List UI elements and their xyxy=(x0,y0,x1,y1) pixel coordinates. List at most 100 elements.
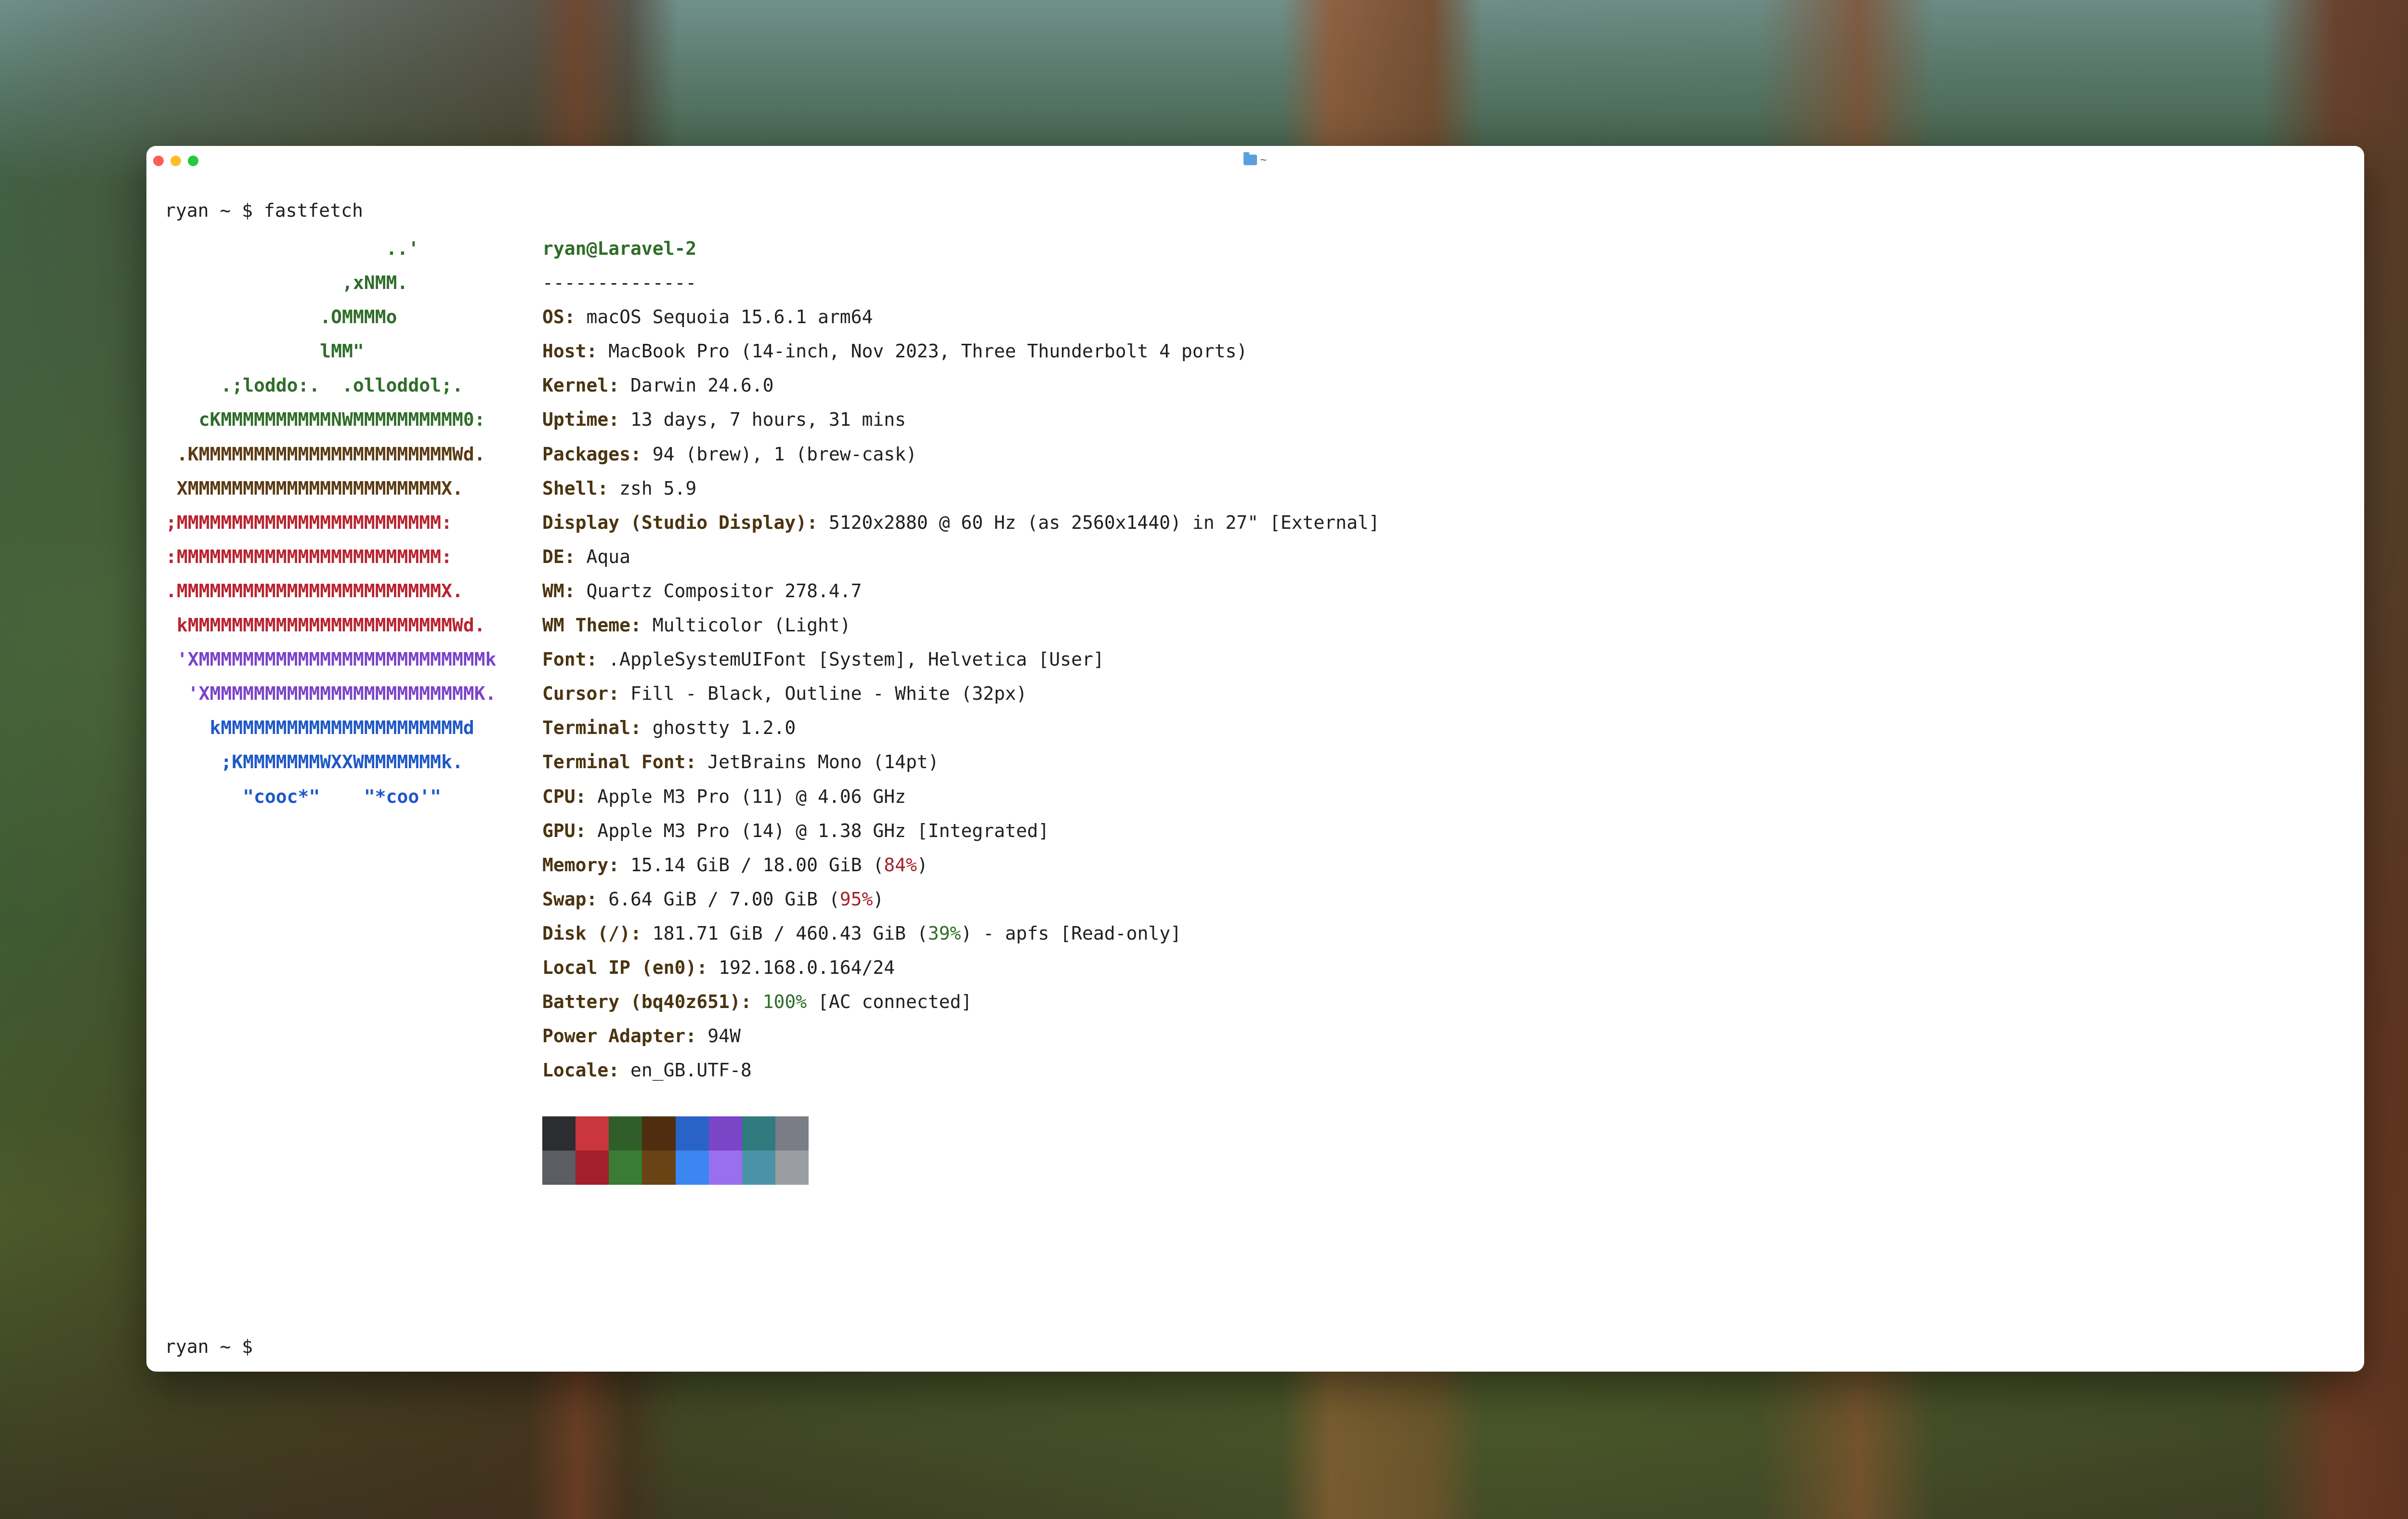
info-colon: : xyxy=(630,443,653,465)
terminal-content[interactable]: ryan ~ $ fastfetch ..' ,xNMM. .OMMMMo lM… xyxy=(146,146,2364,1372)
info-key: Battery (bq40z651) xyxy=(542,991,741,1013)
logo-line: ,xNMM. xyxy=(166,272,408,294)
logo-line: .KMMMMMMMMMMMMMMMMMMMMMMMWd. xyxy=(166,443,485,465)
info-value: ) - apfs [Read-only] xyxy=(961,922,1181,944)
info-key: Locale xyxy=(542,1060,609,1081)
logo-line: 'XMMMMMMMMMMMMMMMMMMMMMMMMMMk xyxy=(166,649,497,670)
info-value: Aqua xyxy=(586,546,631,567)
info-key: Local IP (en0) xyxy=(542,956,697,978)
info-value: Darwin 24.6.0 xyxy=(630,375,774,396)
userhost: ryan@Laravel-2 xyxy=(542,238,697,259)
color-swatch xyxy=(708,1116,742,1151)
info-value: Fill - Black, Outline - White (32px) xyxy=(630,683,1027,705)
info-value: Apple M3 Pro (11) @ 4.06 GHz xyxy=(597,786,906,807)
info-row: CPU: Apple M3 Pro (11) @ 4.06 GHz xyxy=(542,780,1380,814)
info-value: 13 days, 7 hours, 31 mins xyxy=(630,409,906,431)
info-value: MacBook Pro (14-inch, Nov 2023, Three Th… xyxy=(608,340,1248,362)
color-palette xyxy=(542,1116,809,1185)
info-colon: : xyxy=(630,922,653,944)
info-colon: : xyxy=(586,888,609,910)
info-value: macOS Sequoia 15.6.1 arm64 xyxy=(586,306,873,328)
info-value: Apple M3 Pro (14) @ 1.38 GHz [Integrated… xyxy=(597,820,1049,841)
color-swatch xyxy=(542,1116,576,1151)
info-colon: : xyxy=(608,409,631,431)
info-row: Packages: 94 (brew), 1 (brew-cask) xyxy=(542,437,1380,471)
info-value: 5120x2880 @ 60 Hz (as 2560x1440) in 27" … xyxy=(828,511,1380,533)
color-swatch xyxy=(609,1151,642,1185)
color-swatch xyxy=(576,1151,609,1185)
color-swatch xyxy=(775,1151,809,1185)
logo-line: ;MMMMMMMMMMMMMMMMMMMMMMMM: xyxy=(166,511,452,533)
separator: -------------- xyxy=(542,272,697,294)
info-colon: : xyxy=(696,956,719,978)
prompt: ryan ~ $ xyxy=(165,1336,253,1357)
info-value: Multicolor (Light) xyxy=(652,615,851,636)
logo-line: kMMMMMMMMMMMMMMMMMMMMMMMMWd. xyxy=(166,615,485,636)
info-row: Cursor: Fill - Black, Outline - White (3… xyxy=(542,677,1380,711)
info-value: Quartz Compositor 278.4.7 xyxy=(586,580,862,602)
command-line: ryan ~ $ fastfetch xyxy=(165,197,363,223)
info-row: Host: MacBook Pro (14-inch, Nov 2023, Th… xyxy=(542,334,1380,368)
info-row: Kernel: Darwin 24.6.0 xyxy=(542,368,1380,403)
logo-line: ;KMMMMMMMWXXWMMMMMMMk. xyxy=(166,751,463,773)
logo-line: .;loddo:. .olloddol;. xyxy=(166,375,463,396)
command-text: fastfetch xyxy=(263,200,363,221)
info-value: JetBrains Mono (14pt) xyxy=(707,751,939,773)
info-colon: : xyxy=(597,477,620,499)
color-swatch xyxy=(742,1151,775,1185)
info-row: Terminal: ghostty 1.2.0 xyxy=(542,711,1380,745)
info-key: Memory xyxy=(542,854,609,876)
info-row: Memory: 15.14 GiB / 18.00 GiB (84%) xyxy=(542,848,1380,882)
info-key: Packages xyxy=(542,443,631,465)
logo-line: lMM" xyxy=(166,340,364,362)
info-value: ghostty 1.2.0 xyxy=(652,717,796,739)
info-colon: : xyxy=(807,511,829,533)
color-swatch xyxy=(675,1151,709,1185)
info-colon: : xyxy=(630,615,653,636)
logo-line: cKMMMMMMMMMMNWMMMMMMMMMM0: xyxy=(166,409,485,431)
info-value: .AppleSystemUIFont [System], Helvetica [… xyxy=(608,649,1104,670)
info-value: 181.71 GiB / 460.43 GiB ( xyxy=(652,922,928,944)
info-colon: : xyxy=(586,340,609,362)
info-value: 94 (brew), 1 (brew-cask) xyxy=(652,443,917,465)
terminal-window[interactable]: ~ ryan ~ $ fastfetch ..' ,xNMM. .OMMMMo … xyxy=(146,146,2364,1372)
info-value: 94W xyxy=(707,1025,741,1047)
info-key: Host xyxy=(542,340,587,362)
info-row: DE: Aqua xyxy=(542,540,1380,574)
info-row: Battery (bq40z651): 100% [AC connected] xyxy=(542,985,1380,1019)
info-row: Uptime: 13 days, 7 hours, 31 mins xyxy=(542,403,1380,437)
info-row: Display (Studio Display): 5120x2880 @ 60… xyxy=(542,506,1380,540)
info-key: Font xyxy=(542,649,587,670)
info-key: Shell xyxy=(542,477,598,499)
logo-line: .OMMMMo xyxy=(166,306,397,328)
info-colon: : xyxy=(586,649,609,670)
info-value: ) xyxy=(916,854,928,876)
info-value: 192.168.0.164/24 xyxy=(719,956,895,978)
info-value: [AC connected] xyxy=(807,991,972,1013)
info-value: 6.64 GiB / 7.00 GiB ( xyxy=(608,888,840,910)
info-colon: : xyxy=(740,991,763,1013)
color-swatch xyxy=(775,1116,809,1151)
logo-line: :MMMMMMMMMMMMMMMMMMMMMMMM: xyxy=(166,546,452,567)
info-percent: 95% xyxy=(839,888,873,910)
logo-line: ..' xyxy=(166,238,419,259)
info-row: GPU: Apple M3 Pro (14) @ 1.38 GHz [Integ… xyxy=(542,814,1380,848)
info-key: OS xyxy=(542,306,564,328)
info-row: Font: .AppleSystemUIFont [System], Helve… xyxy=(542,642,1380,677)
prompt-line[interactable]: ryan ~ $ xyxy=(165,1334,253,1360)
info-row: Terminal Font: JetBrains Mono (14pt) xyxy=(542,745,1380,779)
info-key: GPU xyxy=(542,820,576,841)
color-swatch xyxy=(609,1116,642,1151)
info-key: Terminal Font xyxy=(542,751,686,773)
info-key: WM Theme xyxy=(542,615,631,636)
info-key: Display (Studio Display) xyxy=(542,511,807,533)
separator-row: -------------- xyxy=(542,266,1380,300)
info-percent: 100% xyxy=(762,991,807,1013)
info-colon: : xyxy=(564,306,587,328)
info-colon: : xyxy=(608,854,631,876)
logo-line: 'XMMMMMMMMMMMMMMMMMMMMMMMMK. xyxy=(166,683,497,705)
info-colon: : xyxy=(630,717,653,739)
info-value: 15.14 GiB / 18.00 GiB ( xyxy=(630,854,884,876)
info-row: Power Adapter: 94W xyxy=(542,1019,1380,1053)
info-row: Swap: 6.64 GiB / 7.00 GiB (95%) xyxy=(542,882,1380,917)
